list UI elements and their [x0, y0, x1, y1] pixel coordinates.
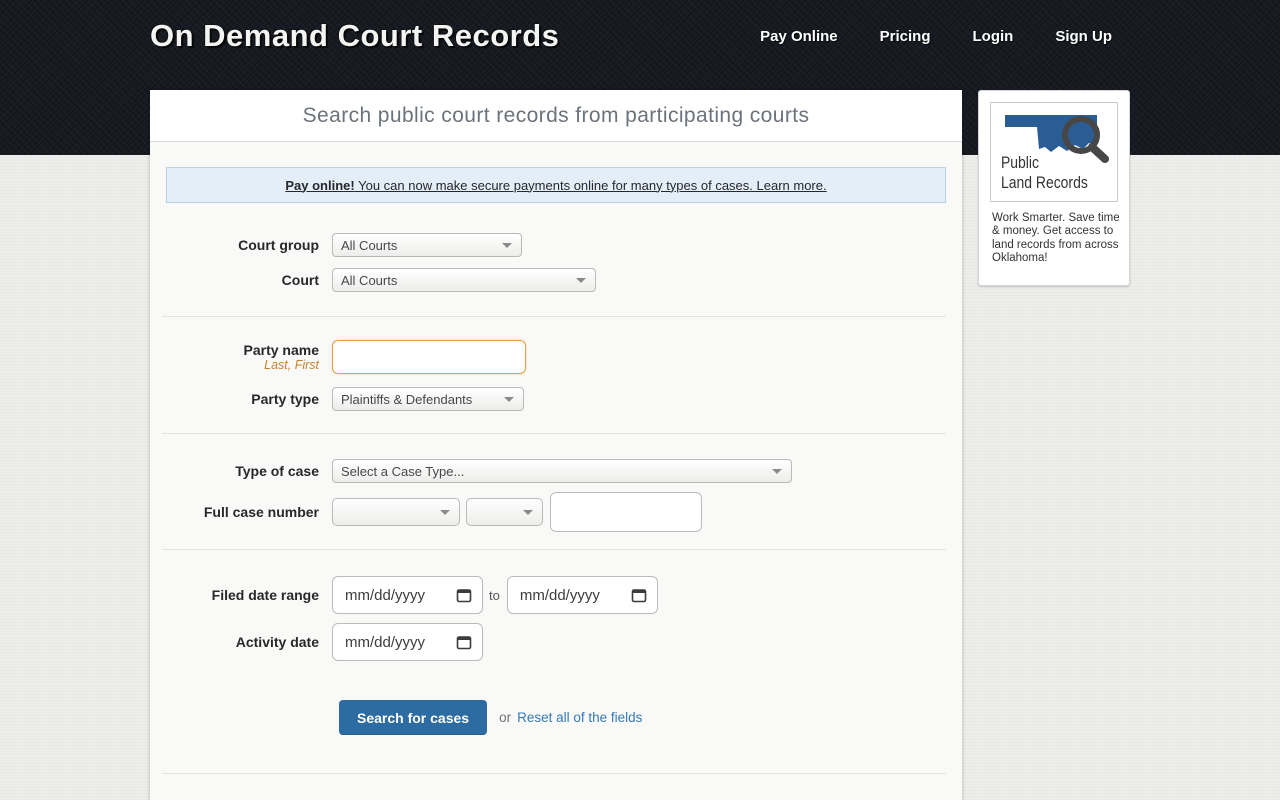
search-panel: Search public court records from partici…	[150, 90, 962, 800]
filed-date-label: Filed date range	[150, 587, 332, 603]
chevron-down-icon	[576, 278, 586, 283]
public-land-records-logo[interactable]: Public Land Records	[990, 102, 1118, 202]
logo-text: Public Land Records	[1001, 153, 1088, 193]
activity-date-label: Activity date	[150, 634, 332, 650]
party-type-select[interactable]: Plaintiffs & Defendants	[332, 387, 524, 411]
page-title: Search public court records from partici…	[303, 104, 810, 128]
court-row: Court All Courts	[150, 268, 962, 292]
party-type-row: Party type Plaintiffs & Defendants	[150, 387, 962, 411]
case-number-input[interactable]	[550, 492, 702, 532]
reset-fields-link[interactable]: Reset all of the fields	[517, 710, 642, 725]
court-group-value: All Courts	[341, 238, 397, 253]
party-type-label: Party type	[150, 391, 332, 407]
chevron-down-icon	[772, 469, 782, 474]
case-number-row: Full case number	[150, 492, 962, 532]
calendar-icon[interactable]	[631, 587, 647, 603]
party-name-hint: Last, First	[150, 358, 319, 372]
widget-description: Work Smarter. Save time & money. Get acc…	[992, 212, 1121, 265]
section-divider	[162, 549, 946, 550]
party-type-value: Plaintiffs & Defendants	[341, 392, 472, 407]
calendar-icon[interactable]	[456, 634, 472, 650]
court-select[interactable]: All Courts	[332, 268, 596, 292]
party-name-label: Party name Last, First	[150, 342, 332, 372]
pay-online-banner[interactable]: Pay online! You can now make secure paym…	[166, 167, 946, 203]
activity-date-row: Activity date	[150, 623, 962, 661]
case-type-row: Type of case Select a Case Type...	[150, 459, 962, 483]
date-range-separator: to	[489, 588, 500, 603]
activity-date-wrap	[332, 623, 483, 661]
filed-date-end-wrap	[507, 576, 658, 614]
case-number-year-select[interactable]	[466, 498, 543, 526]
section-divider	[162, 316, 946, 317]
nav-pay-online[interactable]: Pay Online	[760, 28, 838, 45]
court-group-row: Court group All Courts	[150, 233, 962, 257]
public-land-records-widget: Public Land Records Work Smarter. Save t…	[978, 90, 1130, 286]
submit-row: Search for cases or Reset all of the fie…	[150, 700, 962, 735]
filed-date-row: Filed date range to	[150, 576, 962, 614]
chevron-down-icon	[504, 397, 514, 402]
footer-divider	[162, 773, 946, 774]
case-type-value: Select a Case Type...	[341, 464, 464, 479]
section-divider	[162, 433, 946, 434]
top-navigation: Pay Online Pricing Login Sign Up	[760, 28, 1112, 45]
chevron-down-icon	[523, 510, 533, 515]
party-name-input[interactable]	[332, 340, 526, 374]
chevron-down-icon	[440, 510, 450, 515]
banner-text: Pay online! You can now make secure paym…	[285, 178, 826, 193]
brand-logo[interactable]: On Demand Court Records	[150, 18, 559, 54]
calendar-icon[interactable]	[456, 587, 472, 603]
case-number-label: Full case number	[150, 504, 332, 520]
panel-header: Search public court records from partici…	[150, 90, 962, 142]
nav-login[interactable]: Login	[973, 28, 1014, 45]
nav-sign-up[interactable]: Sign Up	[1055, 28, 1112, 45]
learn-more-link[interactable]: Learn more.	[757, 178, 827, 193]
search-for-cases-button[interactable]: Search for cases	[339, 700, 487, 735]
court-group-label: Court group	[150, 237, 332, 253]
case-number-prefix-select[interactable]	[332, 498, 460, 526]
court-label: Court	[150, 272, 332, 288]
banner-bold-text: Pay online!	[285, 178, 354, 193]
court-group-select[interactable]: All Courts	[332, 233, 522, 257]
party-name-row: Party name Last, First	[150, 340, 962, 374]
filed-date-start-wrap	[332, 576, 483, 614]
case-type-label: Type of case	[150, 463, 332, 479]
or-text: or	[499, 710, 511, 725]
court-value: All Courts	[341, 273, 397, 288]
case-type-select[interactable]: Select a Case Type...	[332, 459, 792, 483]
chevron-down-icon	[502, 243, 512, 248]
nav-pricing[interactable]: Pricing	[880, 28, 931, 45]
